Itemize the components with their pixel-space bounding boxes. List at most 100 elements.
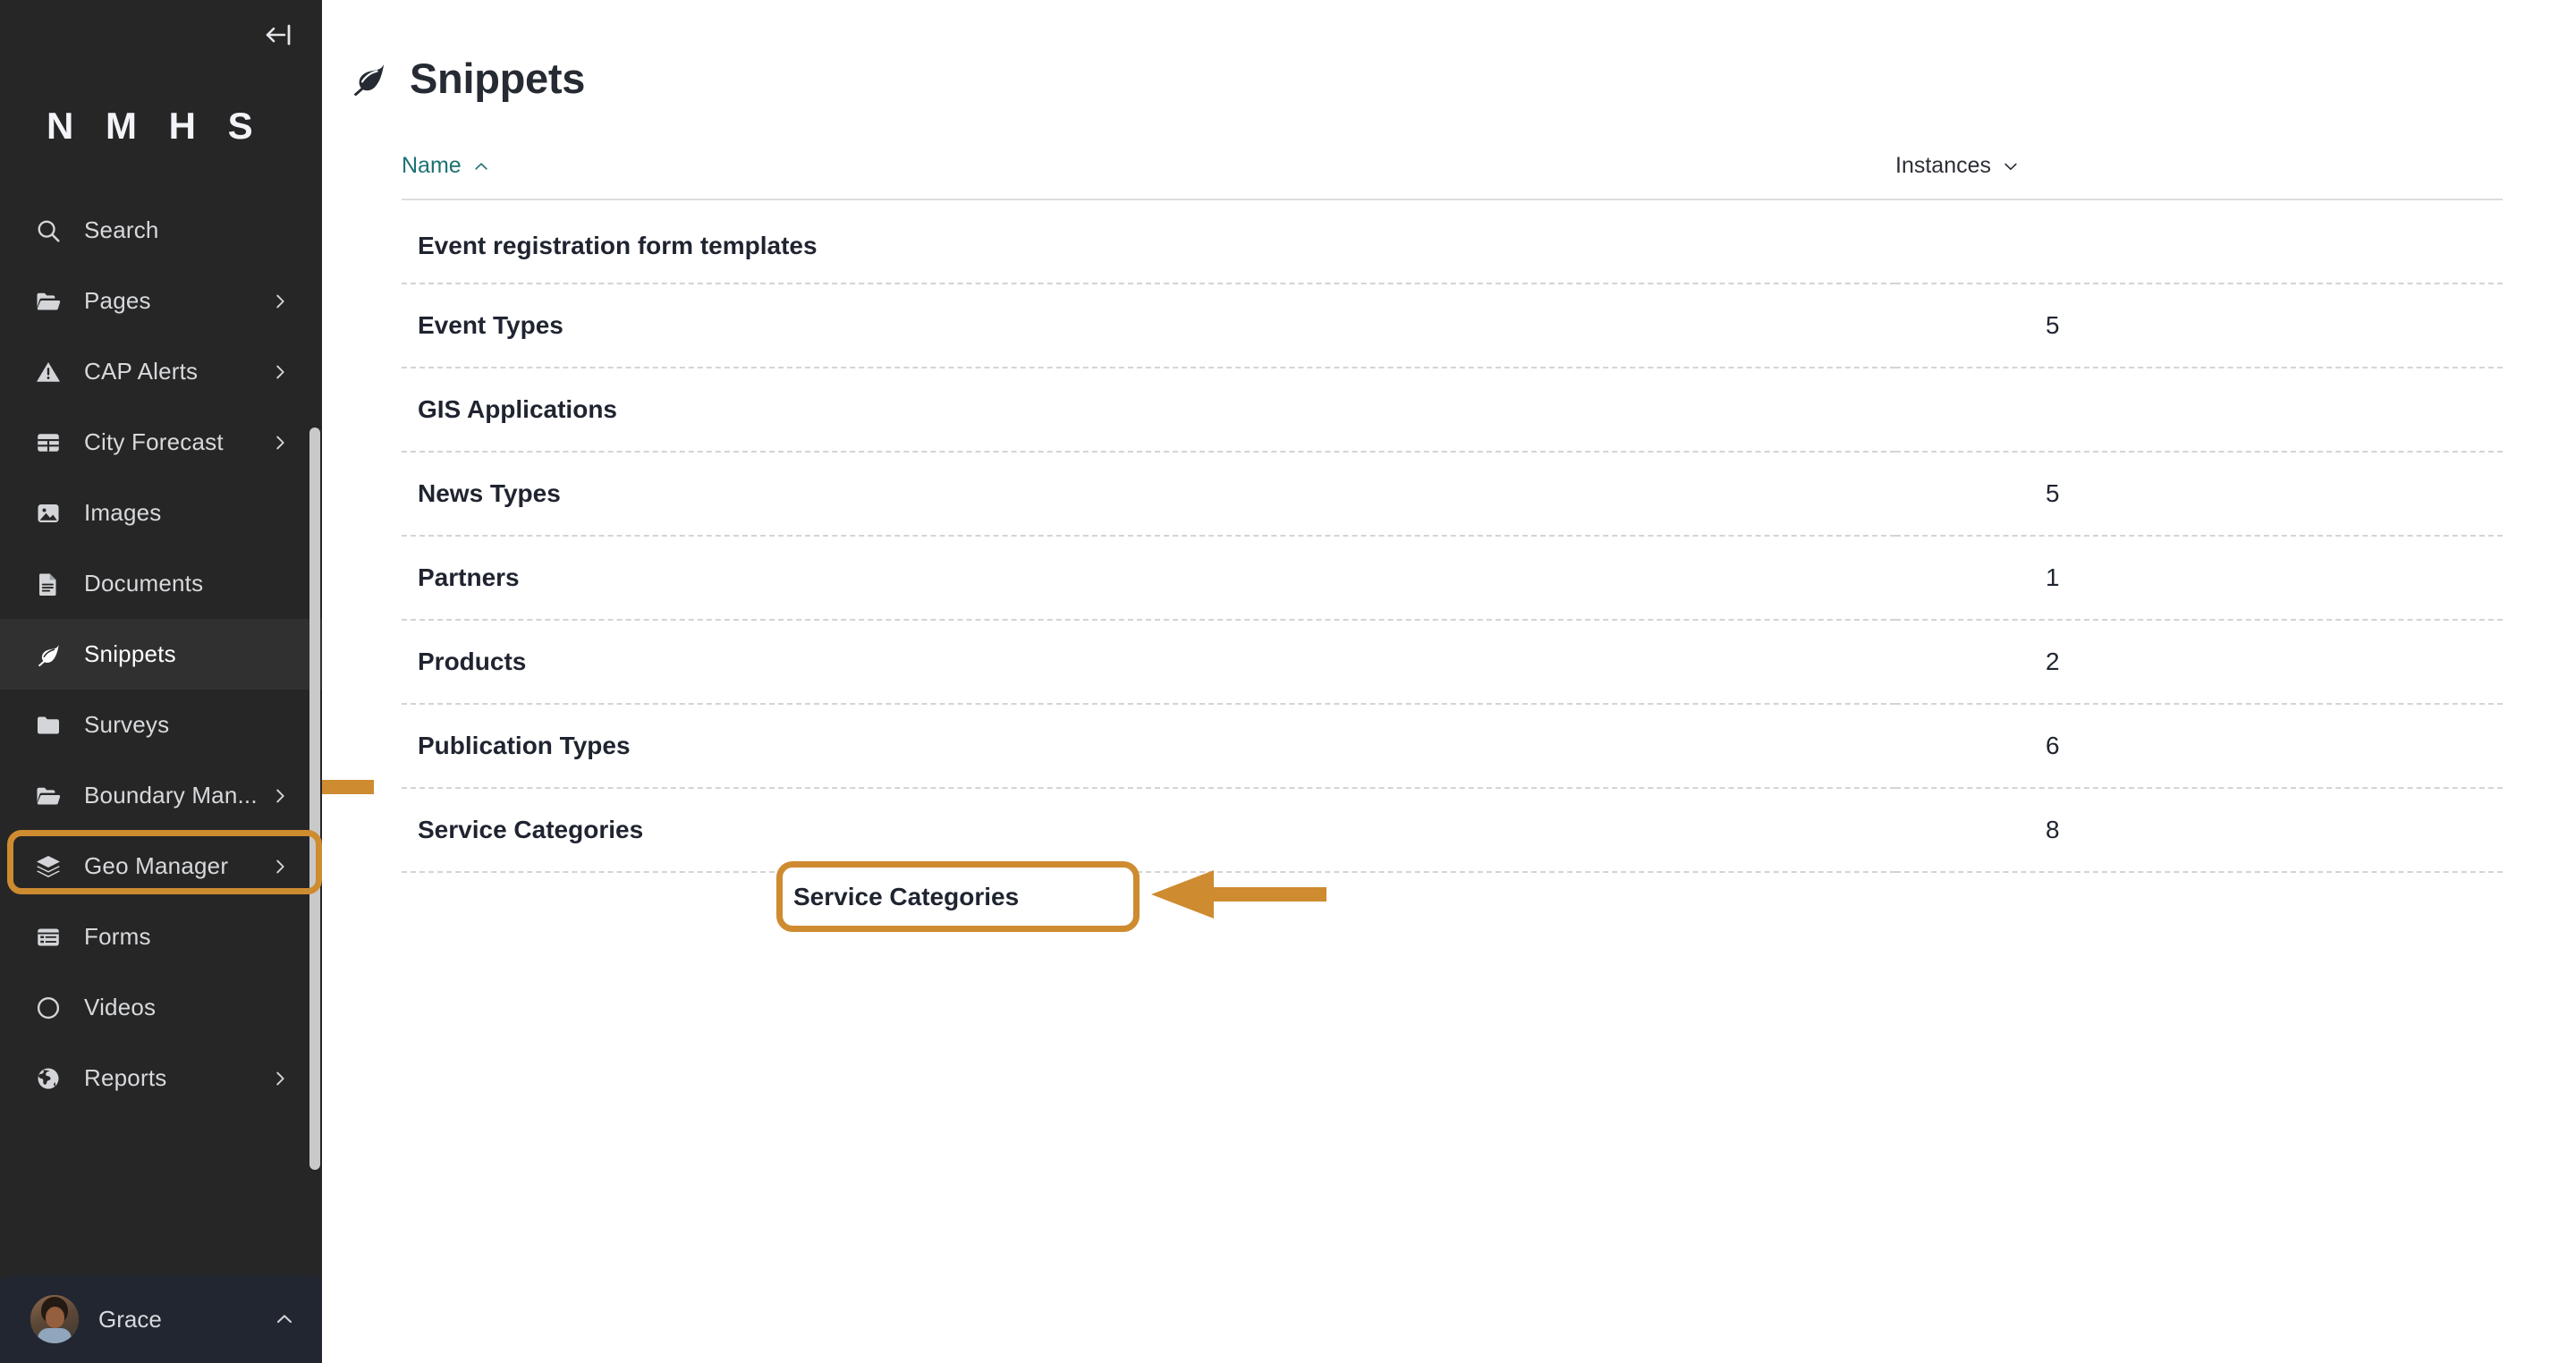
column-header-name: Name	[402, 153, 1895, 200]
snippet-instances	[1895, 199, 2503, 284]
sort-by-name-button[interactable]: Name	[402, 153, 490, 179]
brand-logo[interactable]: N M H S	[0, 70, 322, 182]
sidebar-item-label: CAP Alerts	[84, 358, 199, 385]
snippet-name[interactable]: GIS Applications	[402, 368, 1895, 453]
table-row[interactable]: Publication Types 6	[402, 704, 2503, 789]
sidebar-item-label: Snippets	[84, 640, 176, 667]
sidebar-item-city-forecast[interactable]: City Forecast	[0, 407, 322, 478]
table-row[interactable]: Event Types 5	[402, 284, 2503, 368]
circle-icon	[30, 990, 66, 1026]
chevron-down-icon	[2002, 157, 2020, 175]
snippet-instances	[1895, 368, 2503, 453]
sidebar-item-label: Boundary Man...	[84, 782, 258, 808]
page-header: Snippets	[322, 0, 2576, 103]
snippet-instances: 2	[1895, 620, 2503, 705]
sidebar-item-label: Reports	[84, 1064, 167, 1091]
sidebar: N M H S Search Pages CAP Alerts City For…	[0, 0, 322, 1363]
collapse-sidebar-icon[interactable]	[258, 14, 299, 55]
user-menu[interactable]: Grace	[0, 1275, 322, 1363]
leaf-icon	[347, 57, 390, 100]
sidebar-item-reports[interactable]: Reports	[0, 1043, 322, 1113]
chevron-right-icon[interactable]	[268, 290, 292, 313]
sidebar-item-label: Search	[84, 216, 159, 243]
sidebar-item-label: Images	[84, 499, 162, 526]
snippet-name[interactable]: Service Categories	[402, 788, 1895, 873]
snippet-name[interactable]: Partners	[402, 536, 1895, 621]
search-icon	[30, 213, 66, 249]
main-content: Snippets Name Instances Event registrati…	[322, 0, 2576, 1363]
sidebar-item-images[interactable]: Images	[0, 478, 322, 548]
snippet-name[interactable]: Publication Types	[402, 704, 1895, 789]
sidebar-item-search[interactable]: Search	[0, 195, 322, 266]
sidebar-item-label: Videos	[84, 994, 157, 1020]
chevron-right-icon[interactable]	[268, 784, 292, 808]
snippet-name[interactable]: Event registration form templates	[402, 199, 1895, 284]
chevron-right-icon[interactable]	[268, 431, 292, 454]
app-root: N M H S Search Pages CAP Alerts City For…	[0, 0, 2576, 1363]
sidebar-item-label: Documents	[84, 570, 204, 597]
image-icon	[30, 495, 66, 531]
folder-open-icon	[30, 778, 66, 814]
table-row[interactable]: Event registration form templates	[402, 199, 2503, 284]
snippets-table: Name Instances Event registration form t…	[402, 153, 2503, 873]
table-row[interactable]: News Types 5	[402, 452, 2503, 537]
snippet-instances: 5	[1895, 284, 2503, 368]
snippet-instances: 6	[1895, 704, 2503, 789]
snippets-table-container: Name Instances Event registration form t…	[402, 153, 2503, 873]
arrow-to-snippets-nav	[322, 756, 376, 818]
document-icon	[30, 566, 66, 602]
sidebar-item-geo-manager[interactable]: Geo Manager	[0, 831, 322, 902]
snippet-name[interactable]: Products	[402, 620, 1895, 705]
snippet-name[interactable]: News Types	[402, 452, 1895, 537]
layers-icon	[30, 849, 66, 885]
sort-by-instances-button[interactable]: Instances	[1895, 153, 2020, 179]
sidebar-scrollbar-thumb[interactable]	[309, 428, 320, 1170]
column-header-name-label: Name	[402, 153, 462, 178]
column-header-instances: Instances	[1895, 153, 2503, 200]
table-row[interactable]: GIS Applications	[402, 368, 2503, 453]
sidebar-item-pages[interactable]: Pages	[0, 266, 322, 336]
sidebar-item-label: Surveys	[84, 711, 170, 738]
snippet-instances: 1	[1895, 536, 2503, 621]
sidebar-collapse-row	[0, 0, 322, 70]
chevron-right-icon[interactable]	[268, 855, 292, 878]
sidebar-item-label: Geo Manager	[84, 852, 229, 879]
chevron-right-icon[interactable]	[268, 360, 292, 384]
chevron-up-icon[interactable]	[272, 1307, 297, 1332]
table-body: Event registration form templates Event …	[402, 199, 2503, 873]
table-row[interactable]: Partners 1	[402, 536, 2503, 621]
sidebar-item-videos[interactable]: Videos	[0, 972, 322, 1043]
table-icon	[30, 425, 66, 461]
chevron-up-icon	[472, 157, 490, 175]
folder-icon	[30, 707, 66, 743]
sidebar-item-cap-alerts[interactable]: CAP Alerts	[0, 336, 322, 407]
sidebar-item-label: Forms	[84, 923, 151, 950]
brand-text: N M H S	[47, 105, 264, 147]
sidebar-item-snippets[interactable]: Snippets	[0, 619, 322, 690]
avatar	[30, 1295, 79, 1343]
snippet-name[interactable]: Event Types	[402, 284, 1895, 368]
snippet-instances: 5	[1895, 452, 2503, 537]
globe-icon	[30, 1061, 66, 1096]
snippet-instances: 8	[1895, 788, 2503, 873]
sidebar-nav: Search Pages CAP Alerts City Forecast Im…	[0, 182, 322, 1113]
column-header-instances-label: Instances	[1895, 153, 1992, 178]
highlight-label-service-categories: Service Categories	[793, 883, 1020, 910]
folder-open-icon	[30, 284, 66, 319]
page-title: Snippets	[410, 55, 586, 102]
table-head: Name Instances	[402, 153, 2503, 200]
sidebar-item-label: City Forecast	[84, 428, 224, 455]
table-row[interactable]: Products 2	[402, 620, 2503, 705]
user-name: Grace	[98, 1305, 162, 1333]
table-header-row: Name Instances	[402, 153, 2503, 200]
warning-icon	[30, 354, 66, 390]
sidebar-item-documents[interactable]: Documents	[0, 548, 322, 619]
sidebar-item-label: Pages	[84, 287, 151, 314]
form-list-icon	[30, 919, 66, 955]
table-row[interactable]: Service Categories 8	[402, 788, 2503, 873]
sidebar-item-surveys[interactable]: Surveys	[0, 690, 322, 760]
leaf-icon	[30, 637, 66, 673]
sidebar-item-boundary-manager[interactable]: Boundary Man...	[0, 760, 322, 831]
chevron-right-icon[interactable]	[268, 1067, 292, 1090]
sidebar-item-forms[interactable]: Forms	[0, 902, 322, 972]
